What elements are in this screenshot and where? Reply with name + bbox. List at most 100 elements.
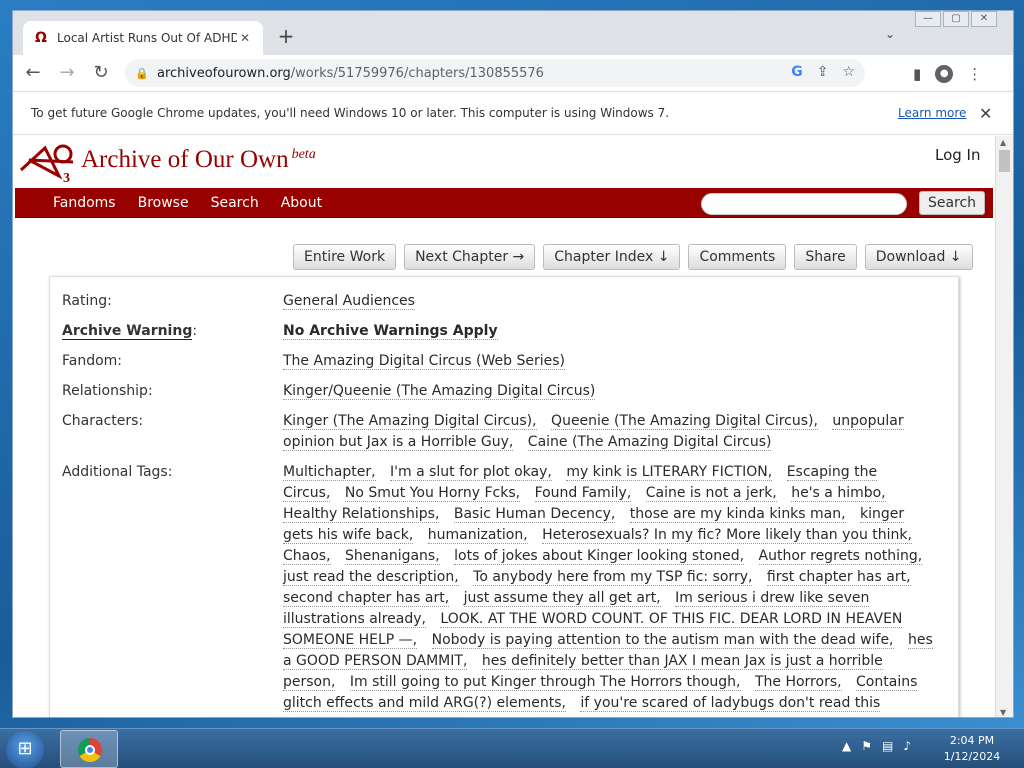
tag-link[interactable]: Queenie (The Amazing Digital Circus), xyxy=(551,413,818,430)
fandom-label: Fandom: xyxy=(62,353,123,369)
tag-link[interactable]: my kink is LITERARY FICTION, xyxy=(566,464,773,481)
comments-button[interactable]: Comments xyxy=(688,244,787,270)
tag-link[interactable]: humanization, xyxy=(427,527,528,544)
learn-more-link[interactable]: Learn more xyxy=(898,106,966,120)
tag-link[interactable]: if you're scared of ladybugs don't read … xyxy=(580,695,881,712)
back-arrow-icon[interactable]: ← xyxy=(19,59,47,87)
tab-title: Local Artist Runs Out Of ADHD M xyxy=(57,31,237,45)
tag-link[interactable]: Nobody is paying attention to the autism… xyxy=(431,632,894,649)
tag-link[interactable]: just assume they all get art, xyxy=(463,590,661,607)
tag-link[interactable]: Caine (The Amazing Digital Circus) xyxy=(527,434,772,451)
side-panel-icon[interactable]: ▮ xyxy=(913,65,921,83)
ao3-logo-icon[interactable]: 3 xyxy=(19,140,79,186)
infobar-text: To get future Google Chrome updates, you… xyxy=(31,106,670,120)
taskbar-chrome[interactable] xyxy=(60,730,118,768)
tag-link[interactable]: Multichapter, xyxy=(283,464,376,481)
infobar-close-icon[interactable]: ✕ xyxy=(979,104,992,123)
site-name[interactable]: Archive of Our Own beta xyxy=(81,146,316,174)
site-search-input[interactable] xyxy=(701,193,907,215)
warning-label-text: Archive Warning xyxy=(62,323,193,340)
bookmark-star-icon[interactable]: ☆ xyxy=(842,64,855,80)
nav-fandoms[interactable]: Fandoms xyxy=(53,195,116,211)
nav-browse[interactable]: Browse xyxy=(138,195,189,211)
entire-work-button[interactable]: Entire Work xyxy=(293,244,397,270)
site-search-button[interactable]: Search xyxy=(919,191,985,215)
browser-window: Ω Local Artist Runs Out Of ADHD M ✕ + ⌄ … xyxy=(12,10,1014,718)
browser-tab[interactable]: Ω Local Artist Runs Out Of ADHD M ✕ xyxy=(23,21,263,55)
warning-label[interactable]: Archive Warning: xyxy=(62,321,197,342)
svg-text:3: 3 xyxy=(63,171,70,184)
tags-list: Multichapter, I'm a slut for plot okay, … xyxy=(283,462,933,714)
characters-label: Characters: xyxy=(62,413,144,429)
menu-kebab-icon[interactable]: ⋮ xyxy=(967,65,982,83)
profile-avatar-icon[interactable]: ● xyxy=(935,65,954,83)
work-actions: Entire Work Next Chapter → Chapter Index… xyxy=(293,244,973,270)
tag-link[interactable]: Heterosexuals? In my fic? More likely th… xyxy=(542,527,912,544)
tag-link[interactable]: Found Family, xyxy=(534,485,632,502)
tab-close-icon[interactable]: ✕ xyxy=(237,30,253,46)
chrome-icon xyxy=(78,738,102,762)
tag-link[interactable]: I'm a slut for plot okay, xyxy=(390,464,552,481)
volume-icon[interactable]: ♪ xyxy=(903,739,911,753)
tag-link[interactable]: second chapter has art, xyxy=(283,590,450,607)
nav-search[interactable]: Search xyxy=(211,195,259,211)
tag-link[interactable]: he's a himbo, xyxy=(791,485,886,502)
tag-link[interactable]: first chapter has art, xyxy=(766,569,911,586)
tag-link[interactable]: Author regrets nothing, xyxy=(758,548,923,565)
clock[interactable]: 2:04 PM 1/12/2024 xyxy=(940,733,1004,765)
toolbar-right: ▮ ● ⋮ xyxy=(913,65,982,83)
login-link[interactable]: Log In xyxy=(935,146,981,164)
nav-about[interactable]: About xyxy=(281,195,322,211)
tag-link[interactable]: Basic Human Decency, xyxy=(453,506,616,523)
maximize-button[interactable]: ▢ xyxy=(943,11,969,27)
tag-link[interactable]: those are my kinda kinks man, xyxy=(629,506,846,523)
scrollbar-thumb[interactable] xyxy=(999,150,1010,172)
site-name-text: Archive of Our Own xyxy=(81,146,289,173)
fandom-value[interactable]: The Amazing Digital Circus (Web Series) xyxy=(283,353,565,370)
network-icon[interactable]: ▤ xyxy=(882,739,893,753)
update-infobar: To get future Google Chrome updates, you… xyxy=(13,91,1013,135)
warning-label-colon: : xyxy=(192,323,198,339)
next-chapter-button[interactable]: Next Chapter → xyxy=(404,244,536,270)
tag-link[interactable]: just read the description, xyxy=(283,569,459,586)
ao3-favicon-icon: Ω xyxy=(35,30,47,46)
address-bar[interactable]: 🔒 archiveofourown.org/works/51759976/cha… xyxy=(125,59,865,87)
tag-link[interactable]: Caine is not a jerk, xyxy=(645,485,777,502)
tag-link[interactable]: To anybody here from my TSP fic: sorry, xyxy=(473,569,753,586)
tray-expand-icon[interactable]: ▲ xyxy=(842,739,851,753)
chapter-index-button[interactable]: Chapter Index ↓ xyxy=(543,244,681,270)
tag-link[interactable]: Healthy Relationships, xyxy=(283,506,440,523)
start-button[interactable]: ⊞ xyxy=(6,731,44,768)
rating-value[interactable]: General Audiences xyxy=(283,293,415,310)
tab-search-chevron-icon[interactable]: ⌄ xyxy=(885,27,895,41)
new-tab-button[interactable]: + xyxy=(275,26,297,48)
relationship-value[interactable]: Kinger/Queenie (The Amazing Digital Circ… xyxy=(283,383,596,400)
browser-toolbar: ← → ↻ 🔒 archiveofourown.org/works/517599… xyxy=(13,55,1013,91)
minimize-button[interactable]: — xyxy=(915,11,941,27)
page-scrollbar[interactable]: ▲ ▼ xyxy=(995,136,1013,717)
tag-link[interactable]: Im still going to put Kinger through The… xyxy=(349,674,741,691)
tag-link[interactable]: Kinger (The Amazing Digital Circus), xyxy=(283,413,537,430)
tag-link[interactable]: The Horrors, xyxy=(754,674,842,691)
beta-label: beta xyxy=(291,146,316,162)
action-center-icon[interactable]: ⚑ xyxy=(861,739,872,753)
tag-link[interactable]: Chaos, xyxy=(283,548,331,565)
scroll-up-icon[interactable]: ▲ xyxy=(1000,138,1006,147)
tag-link[interactable]: No Smut You Horny Fcks, xyxy=(344,485,521,502)
clock-date: 1/12/2024 xyxy=(943,750,1001,763)
share-icon[interactable]: ⇪ xyxy=(817,64,829,80)
forward-arrow-icon[interactable]: → xyxy=(53,59,81,87)
scroll-down-icon[interactable]: ▼ xyxy=(1000,708,1006,717)
tag-link[interactable]: Shenanigans, xyxy=(345,548,440,565)
tags-label: Additional Tags: xyxy=(62,464,173,480)
close-window-button[interactable]: ✕ xyxy=(971,11,997,27)
tag-link[interactable]: lots of jokes about Kinger looking stone… xyxy=(454,548,745,565)
share-button[interactable]: Share xyxy=(794,244,857,270)
work-meta-box: Rating: General Audiences Archive Warnin… xyxy=(49,276,959,717)
reload-icon[interactable]: ↻ xyxy=(87,59,115,87)
google-icon[interactable]: G xyxy=(791,64,803,80)
warning-value[interactable]: No Archive Warnings Apply xyxy=(283,323,498,340)
web-page: 3 Archive of Our Own beta Log In Fandoms … xyxy=(13,136,995,717)
rating-label: Rating: xyxy=(62,293,112,309)
download-button[interactable]: Download ↓ xyxy=(864,244,973,270)
